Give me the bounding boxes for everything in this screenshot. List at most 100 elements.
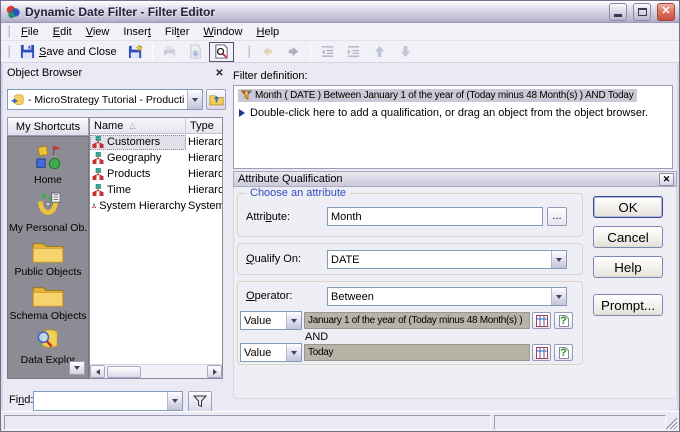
find-input[interactable] (37, 395, 167, 407)
move-down-button[interactable] (393, 42, 418, 62)
calendar-icon (535, 314, 548, 327)
operator-select[interactable]: Between (327, 287, 567, 306)
toolbar-grip-handle[interactable] (7, 45, 10, 58)
move-up-button[interactable] (367, 42, 392, 62)
qualify-on-select[interactable]: DATE (327, 250, 567, 269)
value-expression-field-2[interactable]: Today (304, 344, 530, 361)
object-browser-header: Object Browser ✕ (7, 65, 227, 81)
undo-button[interactable] (255, 42, 280, 62)
save-as-icon (128, 44, 143, 59)
my-shortcuts-header[interactable]: My Shortcuts (7, 117, 89, 136)
indent-button[interactable] (341, 42, 366, 62)
horizontal-scrollbar[interactable] (90, 364, 222, 378)
attribute-qualification-close-button[interactable]: ✕ (659, 172, 674, 186)
redo-button[interactable] (281, 42, 306, 62)
add-qualification-hint[interactable]: Double-click here to add a qualification… (238, 107, 668, 119)
shortcut-public-objects[interactable]: Public Objects (8, 240, 88, 278)
menu-filter[interactable]: Filter (158, 24, 196, 40)
help-button[interactable]: Help (593, 256, 663, 278)
export-icon (190, 44, 201, 59)
find-dropdown-arrow[interactable] (167, 392, 182, 410)
bullet-triangle-icon (239, 109, 245, 117)
list-item[interactable]: Time Hierarchy (90, 182, 222, 198)
menu-grip-handle[interactable] (7, 25, 10, 38)
filter-definition-box[interactable]: Month ( DATE ) Between January 1 of the … (233, 85, 673, 169)
object-list: Name △ Type Customers Hierarchy Geograph… (89, 117, 223, 379)
prompt-value-button-2[interactable]: ? (554, 344, 573, 361)
toolbar-grip-handle-2[interactable] (246, 45, 250, 58)
ellipsis-icon: ... (552, 210, 562, 222)
sort-ascending-icon: △ (129, 121, 136, 130)
list-item[interactable]: Customers Hierarchy (90, 134, 222, 150)
resize-grip[interactable] (664, 416, 677, 429)
attribute-field[interactable] (327, 207, 543, 226)
menu-window[interactable]: Window (196, 24, 249, 40)
operator-label: Operator: (246, 290, 293, 302)
window-title: Dynamic Date Filter - Filter Editor (25, 4, 216, 19)
value-expression-field-1[interactable]: January 1 of the year of (Today minus 48… (304, 312, 530, 329)
chevron-down-icon (291, 318, 297, 323)
menu-bar: File Edit View Insert Filter Window Help (1, 23, 679, 41)
menu-help[interactable]: Help (250, 24, 287, 40)
value-type-dropdown-arrow[interactable] (286, 312, 301, 329)
close-button[interactable]: ✕ (657, 2, 675, 21)
list-item[interactable]: Geography Hierarchy (90, 150, 222, 166)
column-header-type[interactable]: Type (186, 118, 222, 133)
print-button[interactable] (157, 42, 182, 62)
menu-edit[interactable]: Edit (46, 24, 79, 40)
value-type-dropdown-arrow[interactable] (286, 344, 301, 361)
minimize-button[interactable] (609, 2, 627, 21)
qualification-line[interactable]: Month ( DATE ) Between January 1 of the … (238, 89, 637, 102)
prompt-button[interactable]: Prompt... (593, 294, 663, 316)
find-combo[interactable] (33, 391, 183, 411)
shortcuts-scroll-down-button[interactable] (69, 361, 85, 375)
shortcut-home[interactable]: Home (8, 144, 88, 186)
list-item[interactable]: Products Hierarchy (90, 166, 222, 182)
outdent-button[interactable] (315, 42, 340, 62)
group-caption: Choose an attribute (246, 187, 351, 199)
attribute-qualification-title: Attribute Qualification (238, 173, 343, 185)
list-item[interactable]: System Hierarchy System Hierarchy (90, 198, 222, 214)
maximize-button[interactable] (633, 2, 651, 21)
project-dropdown-arrow[interactable] (187, 90, 202, 109)
attribute-browse-button[interactable]: ... (547, 207, 567, 226)
menu-file[interactable]: File (14, 24, 46, 40)
object-browser-close-button[interactable]: ✕ (212, 66, 227, 80)
qualify-on-dropdown-arrow[interactable] (551, 251, 566, 268)
operator-dropdown-arrow[interactable] (551, 288, 566, 305)
and-connector-label: AND (305, 331, 329, 343)
menu-insert[interactable]: Insert (116, 24, 158, 40)
close-icon: ✕ (661, 5, 671, 17)
scroll-left-button[interactable] (90, 365, 105, 378)
folder-up-button[interactable] (206, 89, 226, 110)
scroll-right-button[interactable] (207, 365, 222, 378)
chevron-down-icon (192, 97, 198, 102)
save-and-close-button[interactable]: Save and Close (15, 42, 122, 62)
value-type-select-2[interactable]: Value (240, 343, 302, 362)
hierarchy-icon (92, 136, 104, 148)
column-header-name[interactable]: Name △ (90, 118, 186, 133)
arrow-up-icon (374, 45, 384, 58)
choose-attribute-group: Choose an attribute Attribute: ... (237, 187, 583, 237)
menu-view[interactable]: View (79, 24, 117, 40)
toolbar: Save and Close (1, 41, 679, 63)
calendar-button-2[interactable] (532, 344, 551, 361)
microstrategy-logo-icon (5, 4, 21, 20)
cancel-button[interactable]: Cancel (593, 226, 663, 248)
print-icon (163, 45, 175, 59)
project-selector[interactable]: - MicroStrategy Tutorial - Production (7, 89, 203, 110)
calendar-button-1[interactable] (532, 312, 551, 329)
save-as-button[interactable] (123, 42, 148, 62)
scrollbar-thumb[interactable] (107, 365, 141, 378)
question-mark-icon: ? (560, 314, 567, 327)
export-button[interactable] (183, 42, 208, 62)
status-panel (4, 415, 491, 430)
shortcut-schema-objects[interactable]: Schema Objects (8, 284, 88, 322)
shortcut-my-personal-objects[interactable]: My Personal Ob... (8, 192, 88, 234)
sql-view-button[interactable] (208, 41, 234, 62)
ok-button[interactable]: OK (593, 196, 663, 218)
prompt-value-button-1[interactable]: ? (554, 312, 573, 329)
indent-icon (347, 46, 359, 57)
find-filter-button[interactable] (188, 391, 212, 412)
value-type-select-1[interactable]: Value (240, 311, 302, 330)
